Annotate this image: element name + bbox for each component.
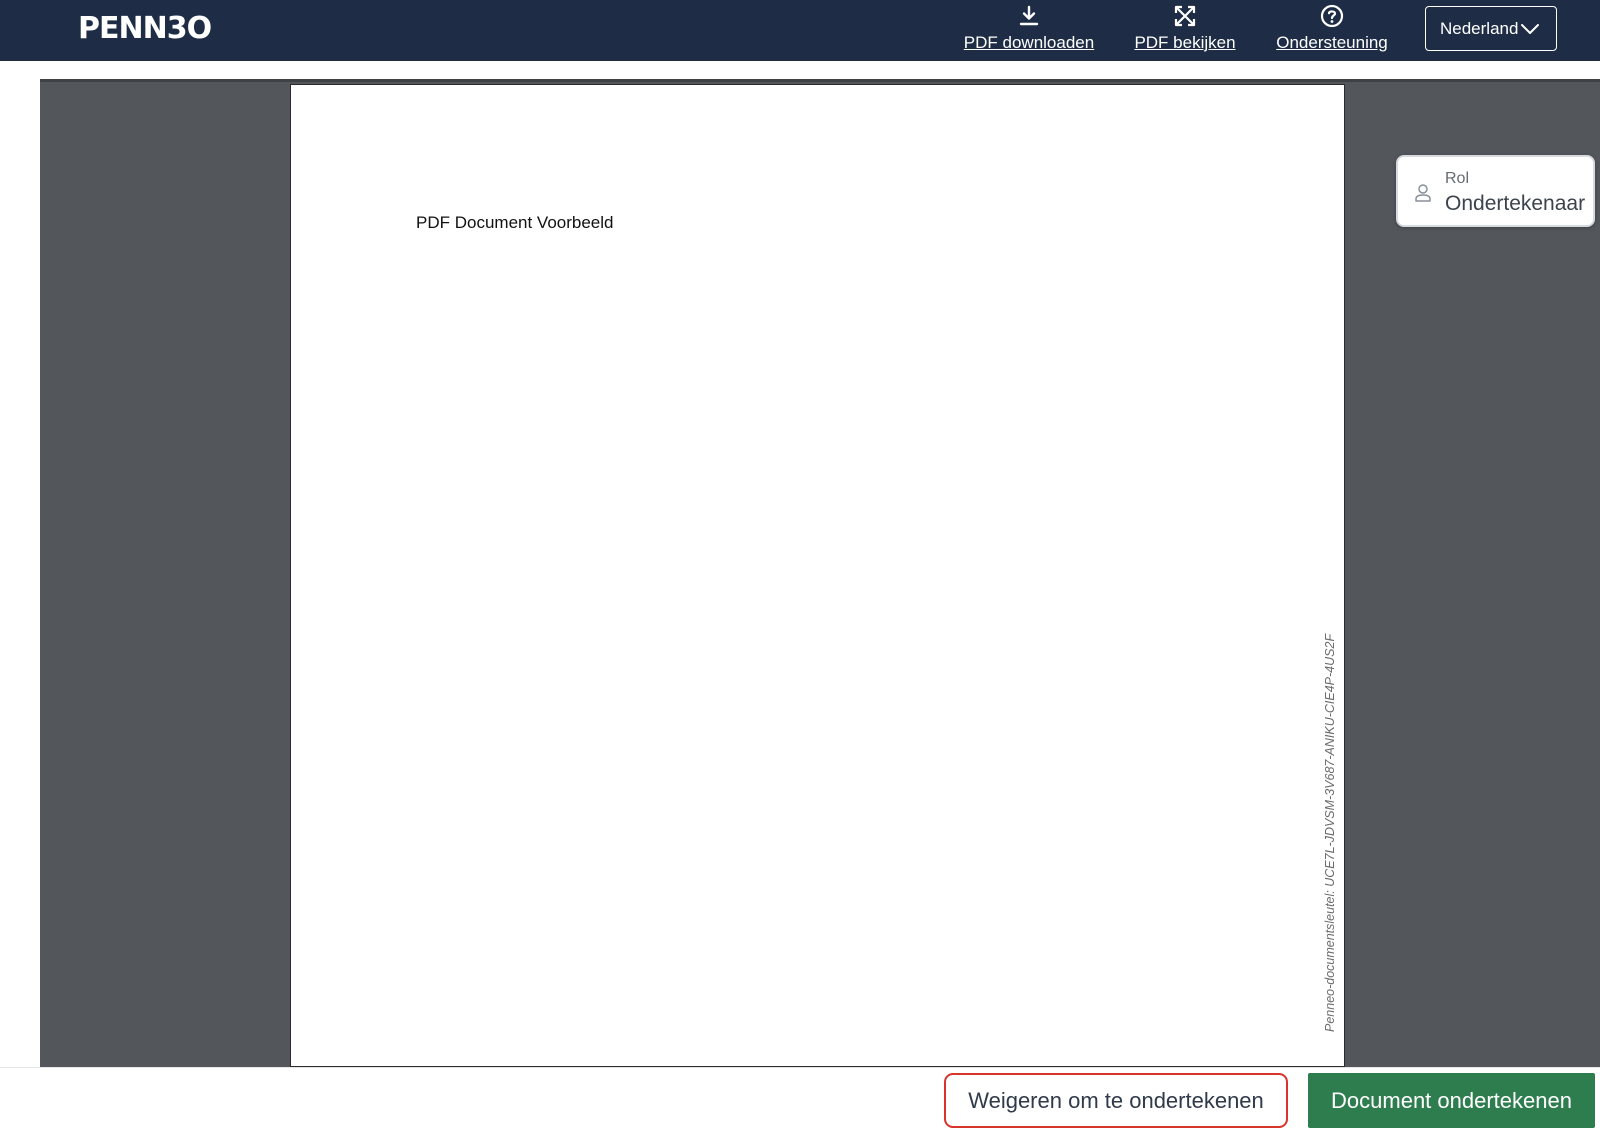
- role-card: Rol Ondertekenaar: [1396, 155, 1595, 227]
- user-icon: [1415, 184, 1431, 202]
- sign-document-button[interactable]: Document ondertekenen: [1308, 1073, 1595, 1128]
- viewer-top-border: [40, 79, 1600, 82]
- support-link[interactable]: Ondersteuning: [1270, 4, 1394, 56]
- expand-icon: [1174, 5, 1196, 27]
- pdf-page: PDF Document Voorbeeld: [290, 84, 1345, 1067]
- penneo-logo: PENN3O: [78, 10, 212, 46]
- top-navigation-bar: PENN3O PDF downloaden PDF bekijken Onder…: [0, 0, 1600, 61]
- help-icon: [1320, 4, 1344, 28]
- view-pdf-label: PDF bekijken: [1134, 33, 1236, 52]
- language-select[interactable]: Nederland: [1425, 6, 1557, 51]
- download-pdf-link[interactable]: PDF downloaden: [958, 4, 1100, 56]
- download-icon: [1019, 5, 1039, 26]
- role-value: Ondertekenaar: [1445, 192, 1586, 215]
- chevron-down-icon: [1521, 23, 1540, 34]
- language-selected-value: Nederland: [1440, 18, 1519, 38]
- download-pdf-label: PDF downloaden: [963, 33, 1095, 52]
- role-label: Rol: [1445, 170, 1470, 187]
- document-title: PDF Document Voorbeeld: [416, 213, 614, 232]
- document-key-text: Penneo-documentsleutel: UCE7L-JDVSM-3V68…: [1323, 633, 1337, 1032]
- view-pdf-link[interactable]: PDF bekijken: [1130, 4, 1240, 56]
- support-label: Ondersteuning: [1276, 33, 1388, 52]
- decline-signing-button[interactable]: Weigeren om te ondertekenen: [944, 1073, 1288, 1128]
